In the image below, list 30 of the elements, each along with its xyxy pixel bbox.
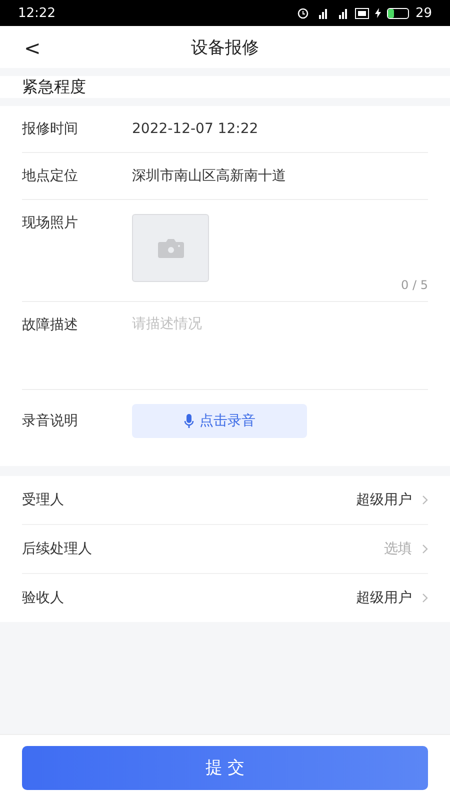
battery-percent: 29 xyxy=(415,6,432,20)
picker-value[interactable]: 超级用户 xyxy=(356,491,412,509)
photo-count: 0 / 5 xyxy=(401,278,428,292)
field-label: 现场照片 xyxy=(22,214,79,233)
alarm-icon xyxy=(297,7,310,19)
field-label: 受理人 xyxy=(22,491,65,509)
microphone-icon xyxy=(184,414,194,428)
field-label: 地点定位 xyxy=(22,167,79,185)
chevron-right-icon xyxy=(422,593,428,603)
record-button[interactable]: 点击录音 xyxy=(132,404,307,438)
location-value[interactable]: 深圳市南山区高新南十道 xyxy=(132,167,286,185)
chevron-right-icon xyxy=(422,544,428,554)
page-title: 设备报修 xyxy=(191,36,259,58)
date-value[interactable]: 2022-12-07 12:22 xyxy=(132,121,258,137)
charging-icon xyxy=(375,8,382,18)
section-title: 紧急程度 xyxy=(22,76,86,98)
camera-icon xyxy=(158,238,184,258)
photo-upload-button[interactable] xyxy=(132,214,209,282)
description-field[interactable]: 请描述情况 xyxy=(132,316,382,332)
chevron-right-icon xyxy=(422,495,428,505)
back-button[interactable]: < xyxy=(20,34,45,62)
field-label: 故障描述 xyxy=(22,316,79,334)
battery-icon xyxy=(387,8,410,18)
field-label: 录音说明 xyxy=(22,412,79,431)
field-label: 验收人 xyxy=(22,589,65,607)
field-label: 报修时间 xyxy=(22,120,79,138)
submit-button[interactable]: 提 交 xyxy=(22,746,428,790)
status-time: 12:22 xyxy=(18,6,56,20)
field-label: 后续处理人 xyxy=(22,540,93,558)
picker-value[interactable]: 超级用户 xyxy=(356,589,412,607)
